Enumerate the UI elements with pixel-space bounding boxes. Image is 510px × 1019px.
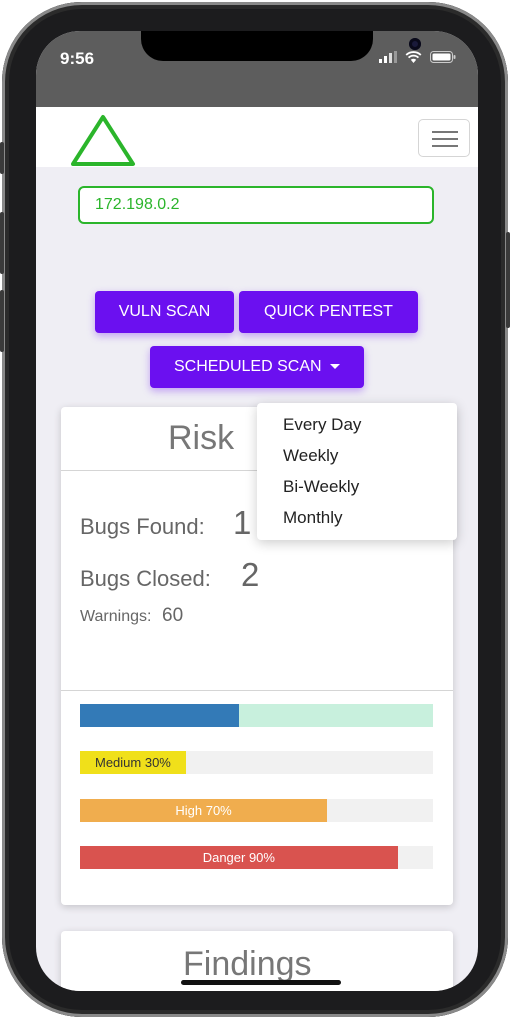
notch (141, 31, 421, 61)
risk-card-bars-divider (61, 690, 453, 691)
quick-pentest-button[interactable]: QUICK PENTEST (239, 291, 418, 333)
schedule-option-weekly[interactable]: Weekly (283, 446, 338, 466)
wifi-icon (405, 51, 422, 63)
findings-card-title: Findings (183, 945, 312, 983)
warnings-value: 60 (162, 605, 184, 626)
camera-icon (409, 38, 421, 50)
schedule-option-bi-weekly[interactable]: Bi-Weekly (283, 477, 359, 497)
caret-down-icon (330, 364, 341, 370)
bugs-found-label: Bugs Found: (80, 514, 205, 539)
bugs-closed-label: Bugs Closed: (80, 566, 211, 591)
progress-bar-high: High 70% (80, 799, 433, 822)
bugs-closed-value: 2 (241, 556, 260, 593)
navbar (36, 107, 478, 167)
schedule-option-monthly[interactable]: Monthly (283, 508, 343, 528)
power-button (506, 232, 510, 328)
risk-card-title: Risk (168, 419, 235, 457)
volume-up-button (0, 212, 4, 274)
vuln-scan-button[interactable]: VULN SCAN (95, 291, 234, 333)
scheduled-scan-button[interactable]: SCHEDULED SCAN (150, 346, 364, 388)
bugs-found-value: 1 (233, 504, 252, 541)
battery-icon (430, 51, 456, 63)
target-ip-input[interactable] (78, 186, 434, 224)
home-indicator (181, 980, 341, 985)
schedule-option-every-day[interactable]: Every Day (283, 415, 361, 435)
phone-frame: 9:56 172.198.0.2 VULN SCAN QUICK PENTEST… (0, 2, 510, 1017)
progress-bar-danger: Danger 90% (80, 846, 433, 869)
status-time: 9:56 (60, 49, 95, 68)
progress-bar-primary (80, 704, 433, 727)
mute-switch (0, 142, 4, 174)
volume-down-button (0, 290, 4, 352)
progress-bar-danger-fill: Danger 90% (80, 846, 398, 869)
status-icons (379, 51, 456, 63)
progress-bar-medium: Medium 30% (80, 751, 433, 774)
hamburger-menu-icon-bar (432, 138, 458, 140)
hamburger-menu-icon-bar (432, 145, 458, 147)
hamburger-menu-icon-bar (432, 131, 458, 133)
hamburger-menu-button[interactable] (418, 119, 470, 157)
progress-bar-high-fill: High 70% (80, 799, 328, 822)
scheduled-scan-label: SCHEDULED SCAN (173, 358, 322, 375)
schedule-dropdown-menu: Every Day Weekly Bi-Weekly Monthly (257, 403, 457, 540)
cellular-signal-icon (379, 51, 397, 63)
progress-bar-medium-fill: Medium 30% (80, 751, 186, 774)
progress-bar-primary-fill (80, 704, 239, 727)
screen: 9:56 172.198.0.2 VULN SCAN QUICK PENTEST… (36, 31, 478, 991)
triangle-logo-icon[interactable] (70, 113, 136, 167)
warnings-label: Warnings: (80, 608, 152, 625)
status-bar: 9:56 (36, 31, 478, 107)
